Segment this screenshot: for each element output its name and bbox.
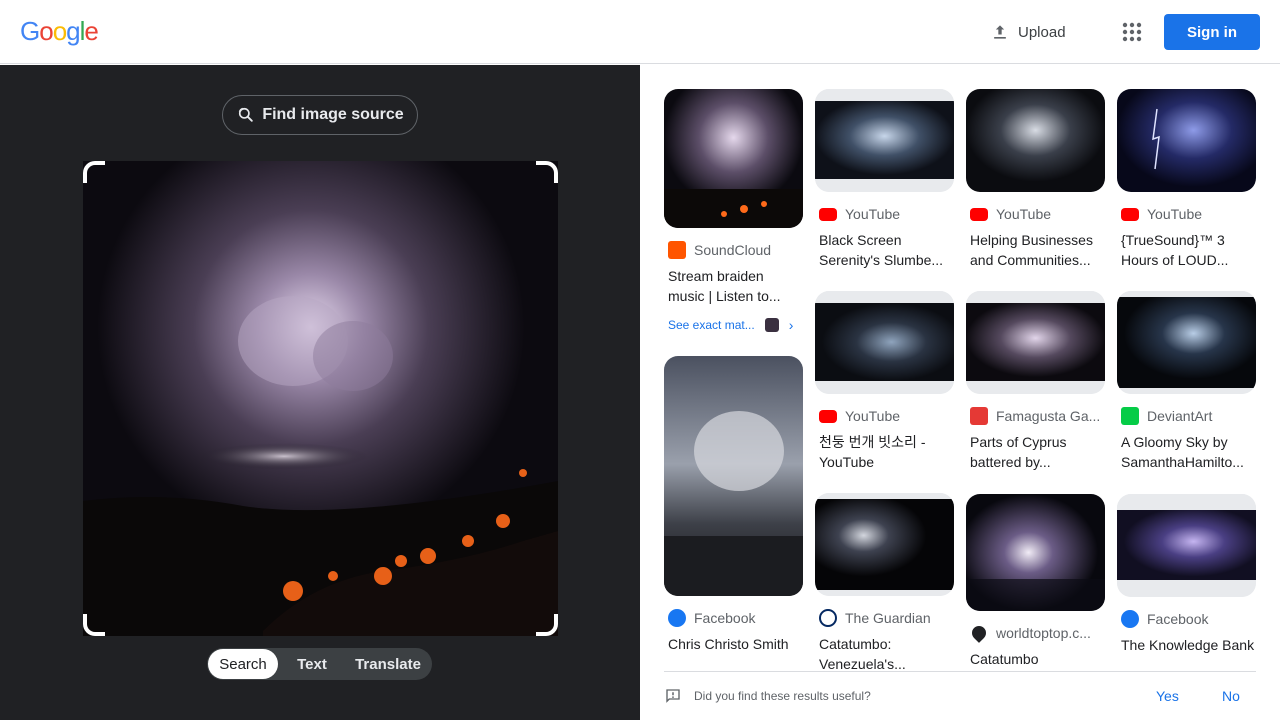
facebook-icon	[668, 609, 686, 627]
result-card[interactable]: YouTube Helping Businesses and Communiti…	[966, 89, 1105, 270]
mode-search-tab[interactable]: Search	[208, 649, 278, 679]
result-source[interactable]: YouTube	[966, 204, 1105, 224]
result-title[interactable]: Black Screen Serenity's Slumbe...	[815, 230, 954, 270]
result-source[interactable]: Facebook	[1117, 609, 1256, 629]
result-card[interactable]: YouTube 천둥 번개 빗소리 - YouTube	[815, 291, 954, 472]
result-source-name: YouTube	[996, 206, 1052, 222]
result-card[interactable]: The Guardian Catatumbo: Venezuela's...	[815, 493, 954, 674]
result-source-name: YouTube	[845, 206, 901, 222]
result-source[interactable]: worldtoptop.c...	[966, 623, 1105, 643]
result-thumbnail[interactable]	[966, 89, 1105, 192]
result-card[interactable]: DeviantArt A Gloomy Sky by SamanthaHamil…	[1117, 291, 1256, 472]
find-image-source-label: Find image source	[262, 106, 404, 123]
famagusta-icon	[970, 407, 988, 425]
feedback-bar: Did you find these results useful? Yes N…	[664, 671, 1256, 720]
deviantart-icon	[1121, 407, 1139, 425]
youtube-icon	[819, 207, 837, 221]
guardian-icon	[819, 609, 837, 627]
result-card[interactable]: Facebook The Knowledge Bank	[1117, 494, 1256, 675]
result-title[interactable]: A Gloomy Sky by SamanthaHamilto...	[1117, 432, 1256, 472]
result-thumbnail[interactable]	[1117, 494, 1256, 597]
mode-text-tab[interactable]: Text	[278, 649, 346, 679]
mode-translate-tab[interactable]: Translate	[346, 649, 430, 679]
see-exact-matches-link[interactable]: See exact mat... ›	[664, 316, 803, 334]
result-card[interactable]: worldtoptop.c... Catatumbo	[966, 494, 1105, 689]
result-source-name: SoundCloud	[694, 242, 772, 258]
result-thumbnail[interactable]	[1117, 291, 1256, 394]
crop-handle-bottom-left[interactable]	[83, 614, 105, 636]
result-title[interactable]: Catatumbo: Venezuela's...	[815, 634, 954, 674]
result-title[interactable]: 천둥 번개 빗소리 - YouTube	[815, 432, 954, 472]
result-source[interactable]: YouTube	[1117, 204, 1256, 224]
youtube-icon	[970, 207, 988, 221]
map-pin-icon	[969, 623, 989, 643]
result-source-name: Famagusta Ga...	[996, 408, 1101, 424]
results-pane: SoundCloud Stream braiden music | Listen…	[640, 65, 1280, 720]
exact-match-thumb-icon	[764, 318, 779, 332]
result-title[interactable]: Helping Businesses and Communities...	[966, 230, 1105, 270]
result-card[interactable]: Famagusta Ga... Parts of Cyprus battered…	[966, 291, 1105, 472]
result-card[interactable]: SoundCloud Stream braiden music | Listen…	[664, 89, 803, 334]
result-thumbnail[interactable]	[664, 356, 803, 596]
result-source[interactable]: The Guardian	[815, 608, 954, 628]
result-source[interactable]: Famagusta Ga...	[966, 406, 1105, 426]
result-source-name: YouTube	[1147, 206, 1203, 222]
result-thumbnail[interactable]	[966, 494, 1105, 611]
chevron-right-icon: ›	[788, 317, 794, 333]
result-source-name: Facebook	[1147, 611, 1209, 627]
feedback-no-button[interactable]: No	[1222, 688, 1240, 704]
result-source-name: YouTube	[845, 408, 901, 424]
result-source[interactable]: DeviantArt	[1117, 406, 1256, 426]
search-mode-toggle: Search Text Translate	[207, 648, 432, 680]
sign-in-button[interactable]: Sign in	[1164, 14, 1260, 50]
result-source[interactable]: YouTube	[815, 204, 954, 224]
result-thumbnail[interactable]	[664, 89, 803, 228]
upload-button[interactable]: Upload	[990, 18, 1066, 46]
see-exact-matches-label: See exact mat...	[668, 318, 755, 332]
result-source-name: DeviantArt	[1147, 408, 1213, 424]
query-image[interactable]	[83, 161, 558, 636]
upload-label: Upload	[1018, 23, 1066, 41]
result-card[interactable]: YouTube Black Screen Serenity's Slumbe..…	[815, 89, 954, 270]
feedback-icon	[666, 689, 680, 703]
result-title[interactable]: The Knowledge Bank	[1117, 635, 1256, 675]
result-source[interactable]: Facebook	[664, 608, 803, 628]
upload-icon	[994, 25, 1006, 39]
result-title[interactable]: Stream braiden music | Listen to...	[664, 266, 803, 306]
google-logo[interactable]: Google	[20, 16, 99, 47]
facebook-icon	[1121, 610, 1139, 628]
result-thumbnail[interactable]	[815, 291, 954, 394]
result-title[interactable]: Chris Christo Smith	[664, 634, 803, 674]
result-card[interactable]: Facebook Chris Christo Smith	[664, 356, 803, 674]
youtube-icon	[1121, 207, 1139, 221]
result-card[interactable]: YouTube {TrueSound}™ 3 Hours of LOUD...	[1117, 89, 1256, 270]
result-source-name: The Guardian	[845, 610, 931, 626]
result-thumbnail[interactable]	[815, 89, 954, 192]
header: Google Upload Sign in	[0, 0, 1280, 64]
result-thumbnail[interactable]	[1117, 89, 1256, 192]
result-source-name: worldtoptop.c...	[996, 625, 1091, 641]
result-source[interactable]: SoundCloud	[664, 240, 803, 260]
youtube-icon	[819, 409, 837, 423]
query-image-pane: Find image source Search Text Translate	[0, 65, 640, 720]
crop-handle-top-right[interactable]	[536, 161, 558, 183]
result-title[interactable]: Parts of Cyprus battered by...	[966, 432, 1105, 472]
soundcloud-icon	[668, 241, 686, 259]
result-thumbnail[interactable]	[815, 493, 954, 596]
lens-search-icon	[239, 107, 254, 122]
feedback-question: Did you find these results useful?	[694, 689, 871, 703]
apps-grid-icon[interactable]	[1120, 20, 1144, 44]
result-title[interactable]: {TrueSound}™ 3 Hours of LOUD...	[1117, 230, 1256, 270]
find-image-source-button[interactable]: Find image source	[222, 95, 418, 135]
result-source[interactable]: YouTube	[815, 406, 954, 426]
feedback-yes-button[interactable]: Yes	[1156, 688, 1179, 704]
result-source-name: Facebook	[694, 610, 756, 626]
result-thumbnail[interactable]	[966, 291, 1105, 394]
crop-handle-top-left[interactable]	[83, 161, 105, 183]
